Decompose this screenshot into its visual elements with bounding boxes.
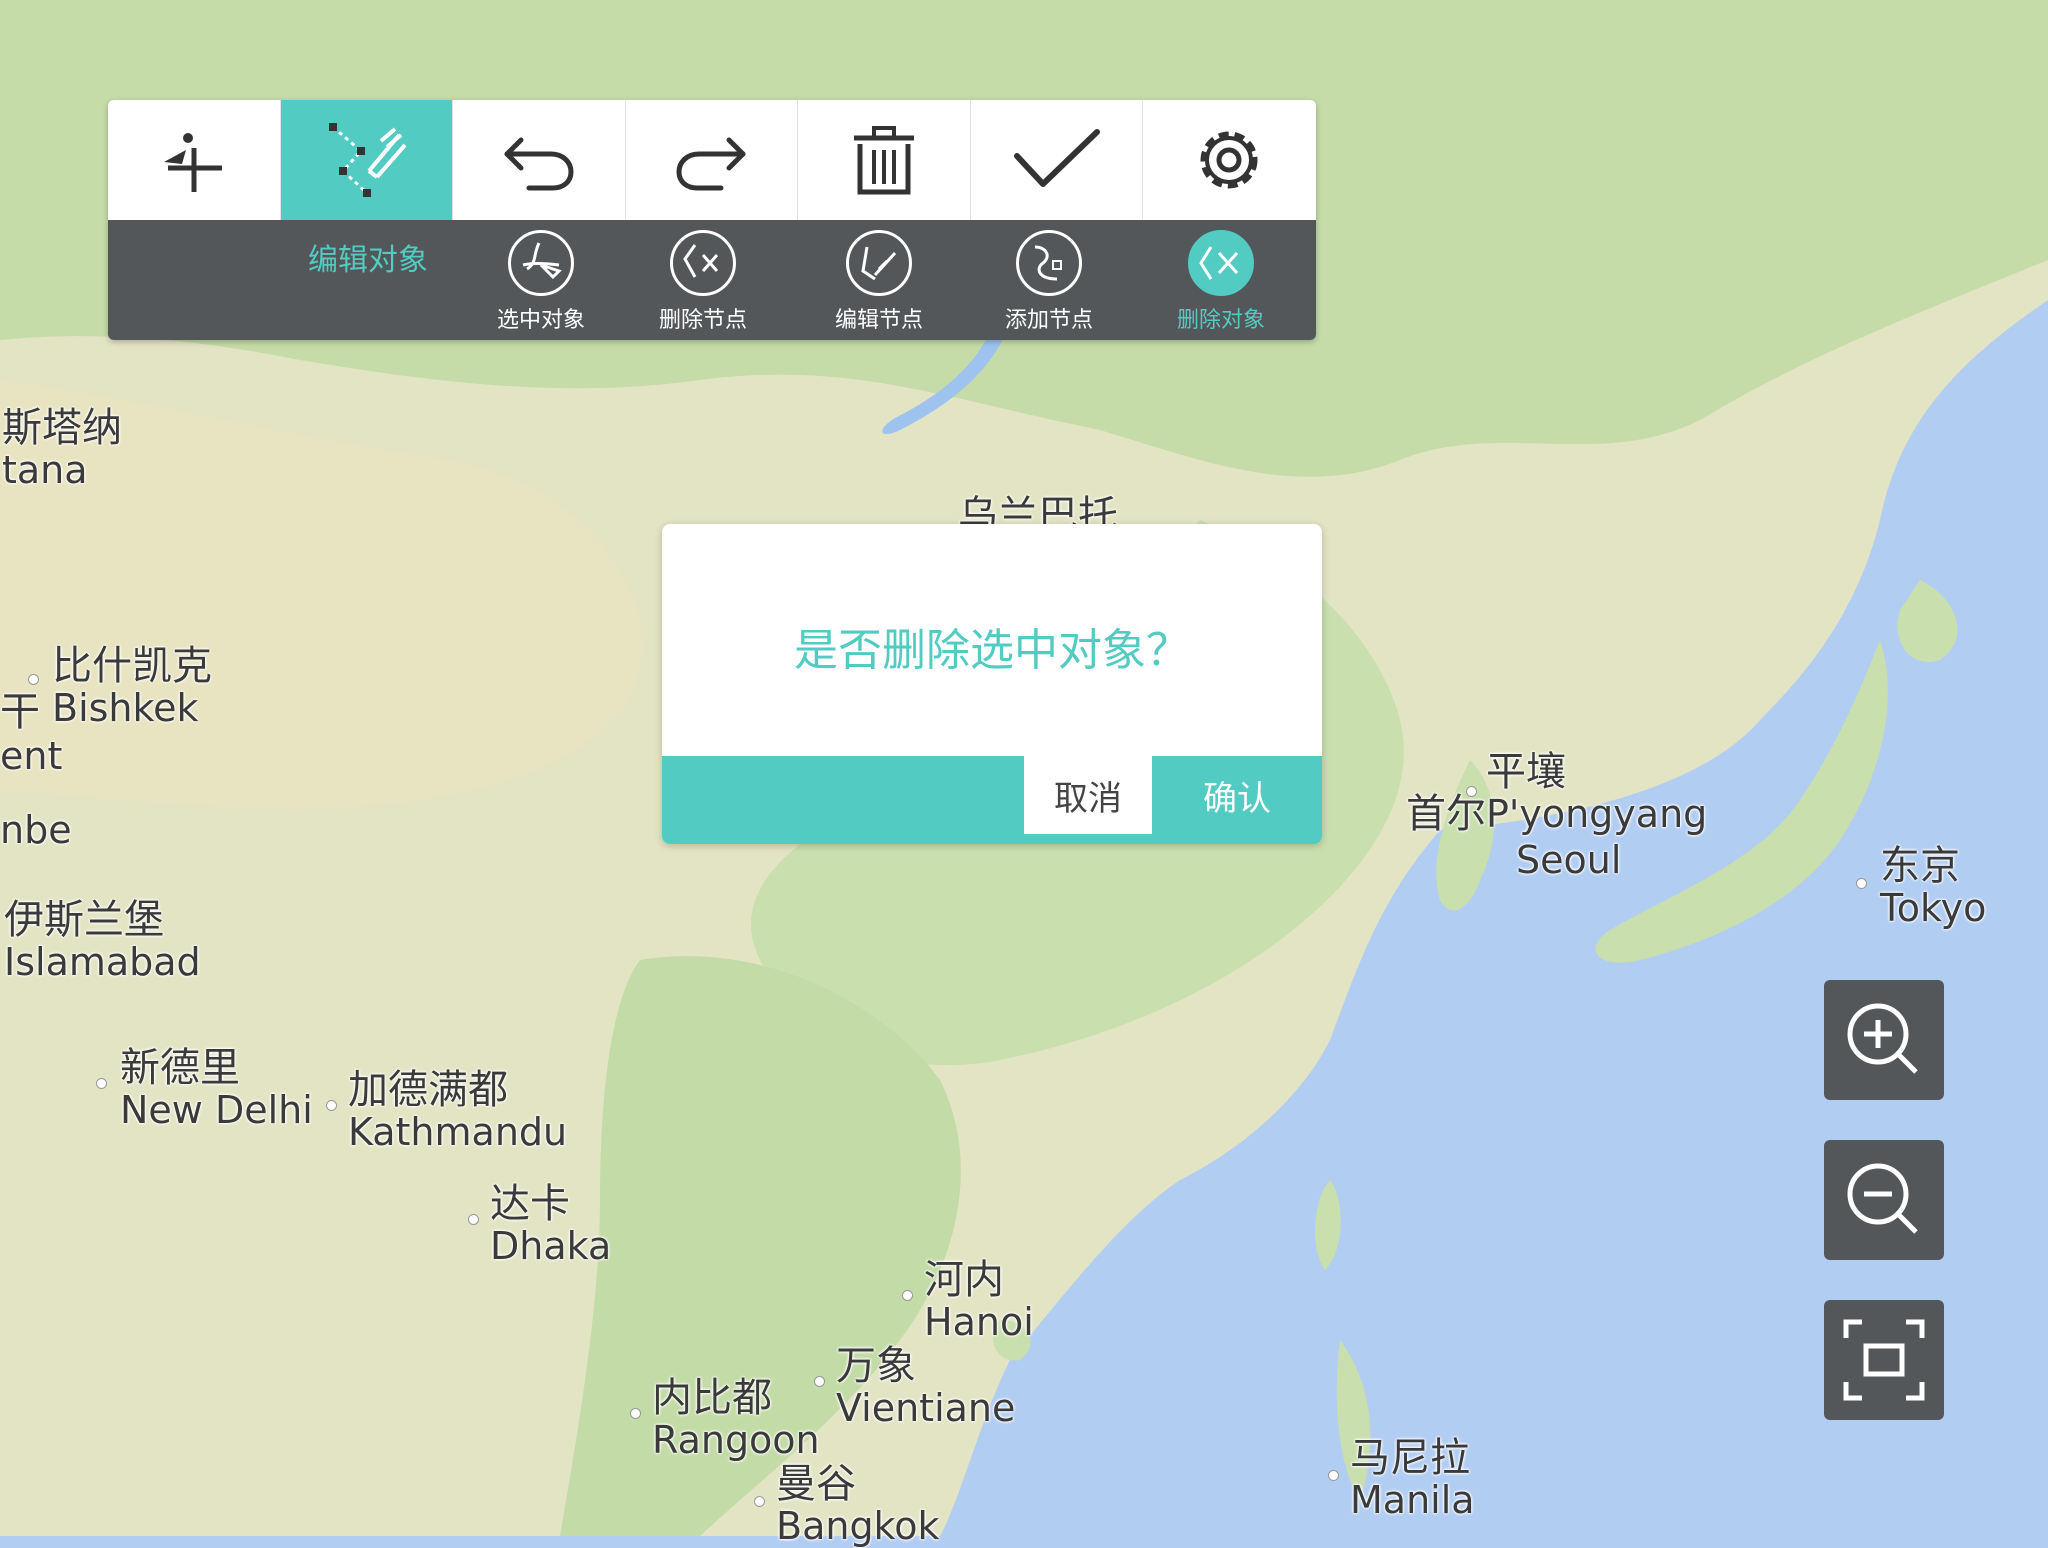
- delete-object-label: 删除对象: [1176, 308, 1265, 333]
- map-label-dhaka: 达卡 Dhaka: [490, 1181, 612, 1268]
- delete-button[interactable]: [798, 100, 971, 220]
- zoom-in-icon: [1847, 1003, 1918, 1074]
- add-node-label: 添加节点: [1004, 308, 1093, 333]
- city-dot: [468, 1214, 479, 1225]
- edit-node-label: 编辑节点: [834, 308, 923, 333]
- map-label-hanoi: 河内 Hanoi: [924, 1257, 1034, 1344]
- check-icon: [1014, 129, 1101, 187]
- map-label-vientiane: 万象 Vientiane: [836, 1343, 1016, 1430]
- confirm-edit-button[interactable]: [971, 100, 1143, 220]
- edit-toolbar: 编辑对象 选中对象 删除节点 编辑节点 添加节点 删除对象: [108, 100, 1316, 340]
- delete-node-icon: [670, 230, 736, 296]
- map-label-tashkent-cn: 干: [0, 689, 40, 735]
- city-dot: [1856, 878, 1867, 889]
- tool-row: [108, 100, 1316, 232]
- map-label-islamabad: 伊斯兰堡 Islamabad: [4, 897, 201, 984]
- full-extent-button[interactable]: [1824, 1300, 1944, 1420]
- delete-node-button[interactable]: 删除节点: [628, 230, 778, 334]
- add-node-button[interactable]: 添加节点: [974, 230, 1124, 334]
- city-dot: [1328, 1470, 1339, 1481]
- city-dot: [902, 1290, 913, 1301]
- map-label-tashkent-en: ent: [0, 734, 63, 778]
- map-label-astana: 斯塔纳 tana: [2, 405, 122, 492]
- map-label-bangkok: 曼谷 Bangkok: [776, 1461, 940, 1548]
- select-object-label: 选中对象: [496, 308, 585, 333]
- delete-node-label: 删除节点: [658, 308, 747, 333]
- select-object-icon: [508, 230, 574, 296]
- delete-object-icon: [1188, 230, 1254, 296]
- select-object-button[interactable]: 选中对象: [466, 230, 616, 334]
- city-dot: [28, 674, 39, 685]
- map-label-seoul-en: Seoul: [1516, 838, 1622, 882]
- map-label-seoul-cn: 首尔: [1406, 791, 1486, 837]
- map-label-kathmandu: 加德满都 Kathmandu: [348, 1067, 568, 1154]
- edit-object-button[interactable]: [280, 100, 453, 232]
- edit-node-icon: [846, 230, 912, 296]
- cancel-button[interactable]: 取消: [1024, 756, 1152, 834]
- map-label-bishkek: 比什凯克 Bishkek: [52, 643, 212, 730]
- map-label-dushanbe: nbe: [0, 808, 72, 852]
- add-point-icon: [163, 133, 222, 192]
- undo-button[interactable]: [453, 100, 626, 220]
- trash-icon: [853, 126, 914, 195]
- redo-icon: [676, 137, 746, 191]
- full-extent-icon: [1843, 1319, 1925, 1401]
- add-node-icon: [1016, 230, 1082, 296]
- city-dot: [96, 1078, 107, 1089]
- edit-object-icon: [329, 123, 407, 197]
- map-label-naypyidaw: 内比都 Rangoon: [652, 1375, 820, 1462]
- undo-icon: [504, 137, 574, 191]
- city-dot: [754, 1496, 765, 1507]
- zoom-in-button[interactable]: [1824, 980, 1944, 1100]
- map-label-manila: 马尼拉 Manila: [1350, 1435, 1475, 1522]
- zoom-out-button[interactable]: [1824, 1140, 1944, 1260]
- city-dot: [630, 1408, 641, 1419]
- confirm-delete-dialog: 是否删除选中对象？ 取消 确认: [662, 524, 1322, 844]
- sub-toolbar-title: 编辑对象: [308, 243, 428, 278]
- redo-button[interactable]: [626, 100, 798, 220]
- map-label-new-delhi: 新德里 New Delhi: [120, 1045, 313, 1132]
- map-label-tokyo: 东京 Tokyo: [1880, 843, 1987, 930]
- settings-button[interactable]: [1143, 100, 1316, 220]
- edit-node-button[interactable]: 编辑节点: [804, 230, 954, 334]
- map-label-pyongyang: 平壤 P'yongyang: [1486, 749, 1708, 836]
- add-point-button[interactable]: [108, 100, 281, 220]
- dialog-message: 是否删除选中对象？: [794, 625, 1190, 676]
- delete-object-button[interactable]: 删除对象: [1146, 230, 1296, 334]
- city-dot: [326, 1100, 337, 1111]
- confirm-button[interactable]: 确认: [1152, 756, 1322, 834]
- gear-icon: [1200, 131, 1258, 189]
- zoom-out-icon: [1847, 1163, 1918, 1234]
